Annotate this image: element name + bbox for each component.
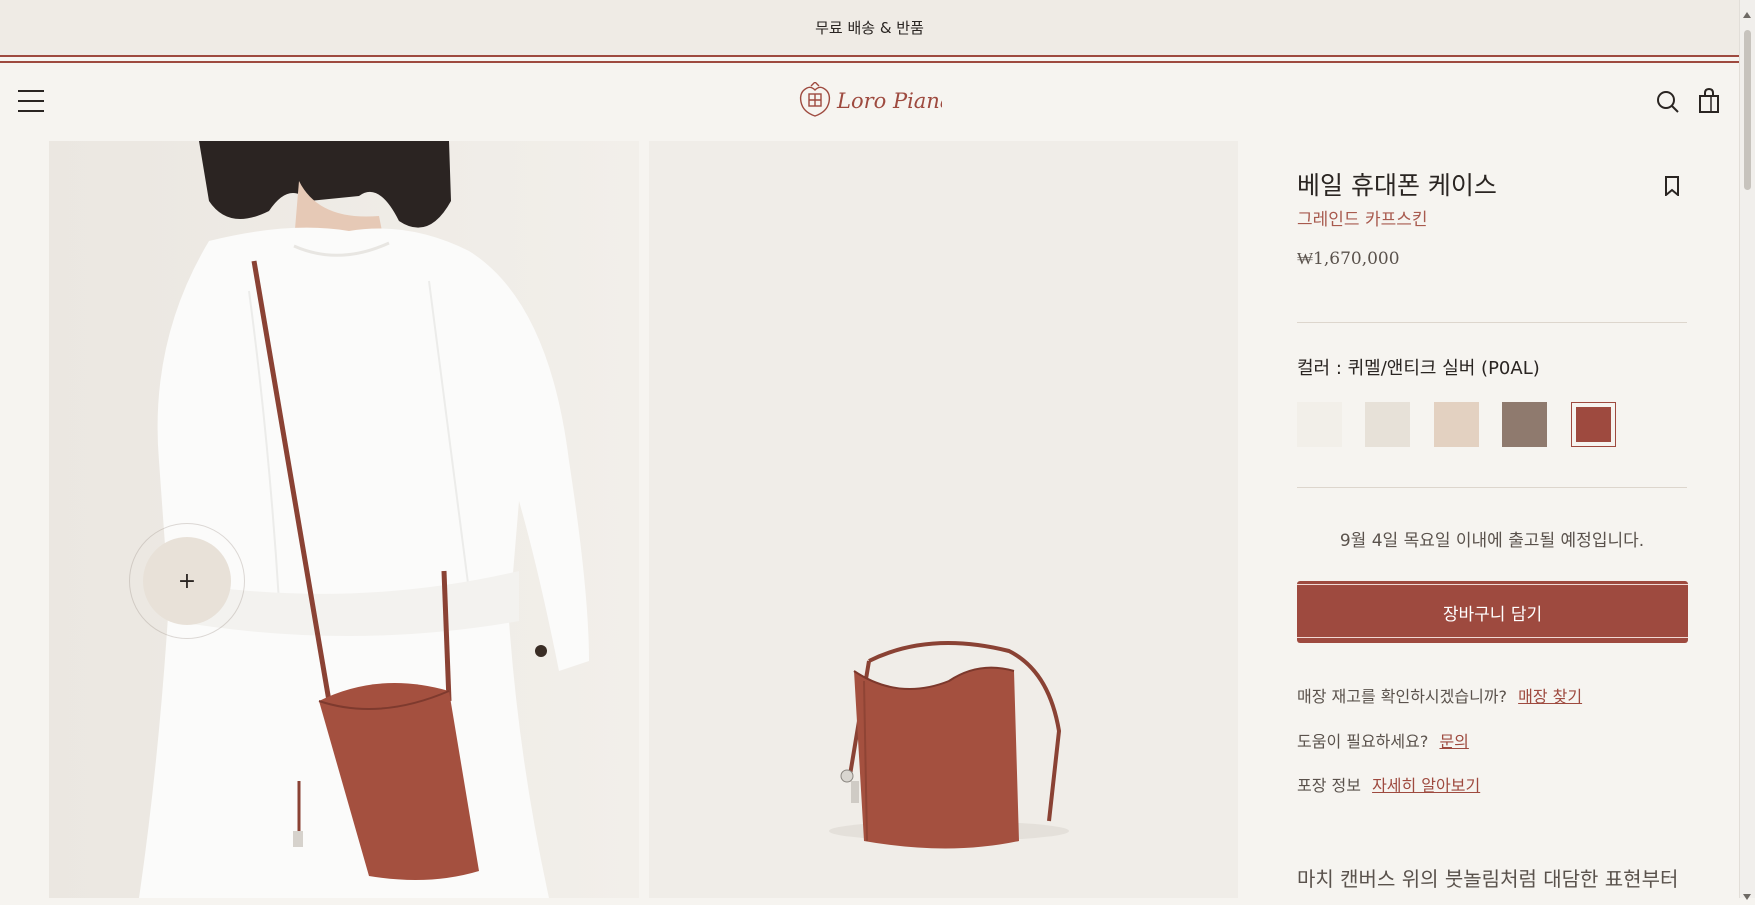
store-question: 매장 재고를 확인하시겠습니까? — [1297, 687, 1508, 706]
brand-logo[interactable]: Loro Piana — [797, 81, 952, 120]
help-question: 도움이 필요하세요? — [1297, 732, 1429, 751]
svg-text:Loro Piana: Loro Piana — [836, 89, 942, 113]
scrollbar-thumb[interactable] — [1744, 30, 1751, 190]
shipping-note: 9월 4일 목요일 이내에 출고될 예정입니다. — [1339, 531, 1645, 551]
bookmark-icon[interactable] — [1664, 176, 1680, 198]
announcement-bar: 무료 배송 & 반품 — [0, 0, 1739, 55]
search-icon[interactable] — [1656, 90, 1680, 114]
add-to-cart-button[interactable]: 장바구니 담기 — [1297, 581, 1688, 643]
product-title: 베일 휴대폰 케이스 — [1297, 171, 1497, 200]
plus-icon: + — [177, 568, 197, 594]
color-label: 컬러 : 퀴멜/앤티크 실버 (P0AL) — [1297, 358, 1540, 379]
add-to-cart-label: 장바구니 담기 — [1442, 604, 1543, 625]
color-swatch[interactable] — [1297, 402, 1342, 447]
divider — [1297, 322, 1687, 323]
divider — [1297, 487, 1687, 488]
help-row: 도움이 필요하세요? 문의 — [1297, 728, 1469, 752]
product-image-still[interactable] — [649, 141, 1238, 898]
zoom-button[interactable]: + — [143, 537, 231, 625]
store-stock-row: 매장 재고를 확인하시겠습니까? 매장 찾기 — [1297, 683, 1582, 707]
color-swatch[interactable] — [1365, 402, 1410, 447]
announcement-stripe — [0, 55, 1739, 57]
product-material: 그레인드 카프스킨 — [1297, 210, 1428, 230]
packaging-row: 포장 정보 자세히 알아보기 — [1297, 772, 1480, 796]
color-swatch[interactable] — [1434, 402, 1479, 447]
scroll-up-arrow-icon[interactable] — [1742, 4, 1752, 18]
product-image-model[interactable] — [49, 141, 639, 898]
product-description: 마치 캔버스 위의 붓놀림처럼 대담한 표현부터 — [1297, 867, 1679, 891]
scroll-down-arrow-icon[interactable] — [1742, 886, 1752, 900]
hamburger-menu-icon[interactable] — [18, 90, 44, 112]
packaging-label: 포장 정보 — [1297, 776, 1361, 795]
color-swatch-selected[interactable] — [1571, 402, 1616, 447]
product-price: ₩1,670,000 — [1297, 249, 1400, 269]
find-store-link[interactable]: 매장 찾기 — [1518, 687, 1582, 706]
learn-more-link[interactable]: 자세히 알아보기 — [1372, 776, 1480, 795]
announcement-text: 무료 배송 & 반품 — [815, 19, 924, 37]
color-swatch[interactable] — [1502, 402, 1547, 447]
shopping-bag-icon[interactable] — [1697, 87, 1721, 114]
contact-link[interactable]: 문의 — [1439, 732, 1468, 751]
